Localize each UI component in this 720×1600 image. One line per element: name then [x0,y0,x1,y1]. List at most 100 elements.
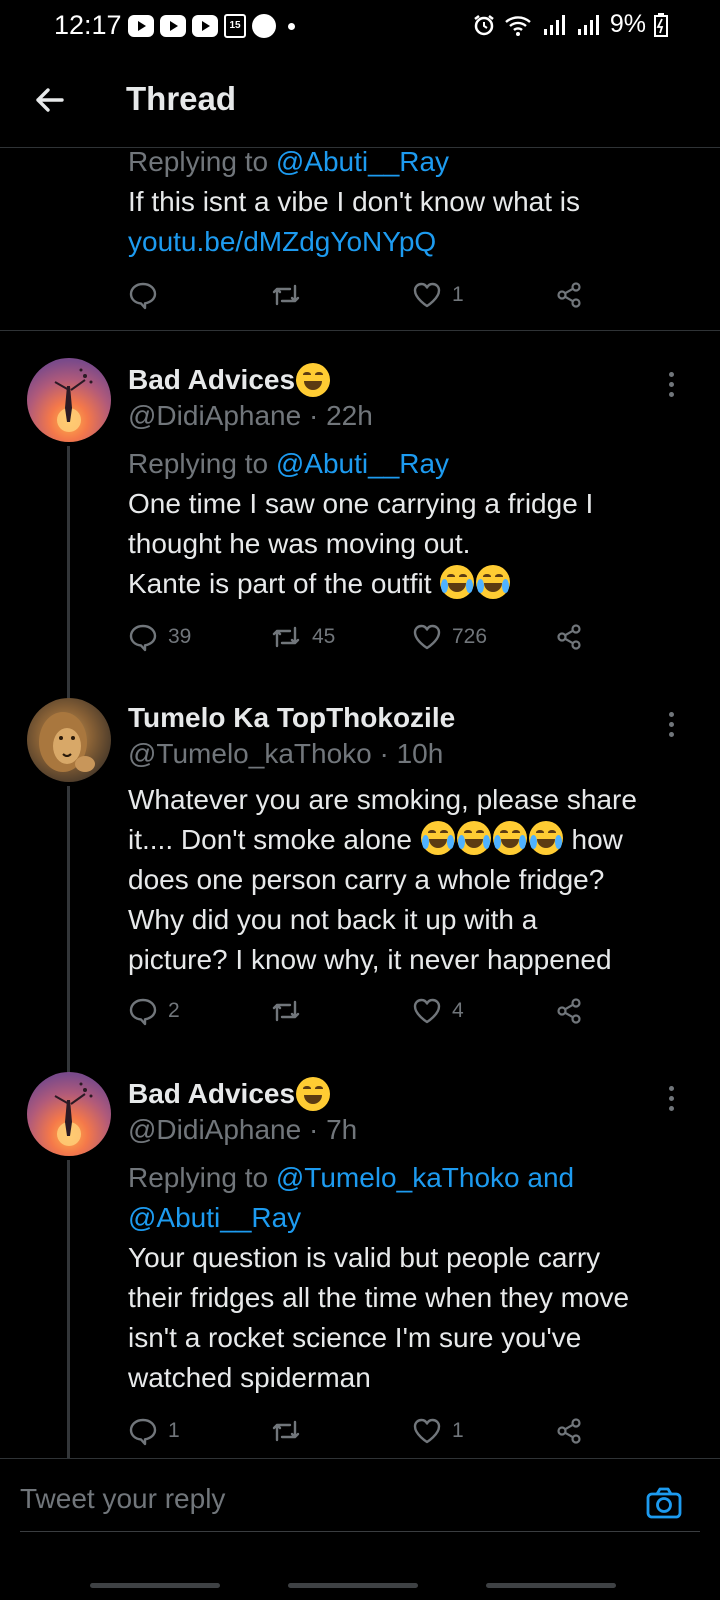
reply-icon [129,282,157,310]
display-name[interactable]: Bad Advices [128,362,295,398]
tweet-header: Tumelo Ka TopThokozile @Tumelo_kaThoko ·… [128,700,456,769]
recents-nav-icon[interactable] [90,1583,220,1588]
share-icon [557,282,581,308]
back-button[interactable] [30,80,70,120]
tweet-text-line: Whatever you are smoking, please share [128,784,637,815]
tweet-content[interactable]: Whatever you are smoking, please share i… [128,780,698,980]
like-button[interactable]: 726 [412,622,487,652]
status-time: 12:17 [54,10,122,40]
tweet-time: 7h [326,1114,358,1145]
tweet-content[interactable]: Replying to @Tumelo_kaThoko and @Abuti__… [128,1158,698,1398]
display-name[interactable]: Tumelo Ka TopThokozile [128,700,455,736]
youtube-icon [192,15,218,37]
tweet-text-line: thought he was moving out. [128,528,471,559]
tears-of-joy-emoji-icon [420,821,455,855]
share-button[interactable] [554,996,584,1026]
tweet-header: Bad Advices @DidiAphane · 22h [128,362,373,431]
like-button[interactable]: 1 [412,1416,464,1446]
reply-icon [129,1418,157,1446]
reply-button[interactable]: 1 [128,1416,180,1446]
avatar[interactable] [27,698,111,782]
like-button[interactable]: 1 [412,280,464,310]
battery-percent: 9% [609,10,646,38]
retweet-button[interactable]: 45 [270,622,335,652]
notification-icons: 15 [128,14,295,38]
grinning-emoji-icon [296,363,331,397]
share-icon [557,998,581,1024]
system-icons: 9% [472,10,668,39]
tweet-content[interactable]: Replying to @Abuti__Ray If this isnt a v… [128,142,698,262]
tears-of-joy-emoji-icon [492,821,527,855]
tweet-text: If this isnt a vibe I don't know what is [128,186,581,217]
tweet-link[interactable]: youtu.be/dMZdgYoNYpQ [128,222,698,262]
share-button[interactable] [554,280,584,310]
camera-icon [646,1487,682,1519]
tweet-header: Bad Advices @DidiAphane · 7h [128,1076,358,1145]
back-nav-icon[interactable] [486,1583,616,1588]
retweet-button[interactable] [270,1416,312,1446]
more-icon [666,372,676,397]
retweet-icon [272,1000,300,1022]
tears-of-joy-emoji-icon [456,821,491,855]
replying-to-line: Replying to @Abuti__Ray [128,448,450,479]
reply-icon [129,624,157,652]
messenger-icon [252,14,276,38]
replying-to-line: Replying to @Abuti__Ray [128,146,450,177]
alarm-icon [474,14,494,35]
tweet-text-line: does one person carry a whole fridge? [128,864,605,895]
reply-input[interactable]: Tweet your reply [20,1483,225,1515]
user-handle[interactable]: @Tumelo_kaThoko [128,738,372,769]
user-handle[interactable]: @DidiAphane [128,1114,301,1145]
tweet-text-line: Kante is part of the outfit [128,564,698,604]
like-button[interactable]: 4 [412,996,464,1026]
mention-link[interactable]: @Abuti__Ray [276,146,449,177]
signal-icon [577,14,599,35]
tweet-text-line: isn't a rocket science I'm sure you've [128,1322,582,1353]
avatar[interactable] [27,358,111,442]
retweet-icon [272,284,300,306]
status-bar: 12:17 15 9% [0,0,720,56]
battery-charging-icon [654,12,668,37]
tweet-text-line: watched spiderman [128,1362,371,1393]
user-handle[interactable]: @DidiAphane [128,400,301,431]
like-icon [413,624,441,650]
reply-button[interactable]: 2 [128,996,180,1026]
tweet-content[interactable]: Replying to @Abuti__Ray One time I saw o… [128,444,698,604]
more-options-button[interactable] [666,1086,676,1116]
reply-button[interactable]: 39 [128,622,191,652]
mention-link[interactable]: @Abuti__Ray [128,1202,301,1233]
mention-link[interactable]: @Abuti__Ray [276,448,449,479]
reply-underline [20,1531,700,1532]
tweet-actions: 2 4 [128,996,598,1036]
tweet-actions: 39 45 726 [128,622,598,662]
grinning-emoji-icon [296,1077,331,1111]
tweet-actions: 1 1 [128,1416,598,1456]
avatar[interactable] [27,1072,111,1156]
mention-link[interactable]: @Tumelo_kaThoko and [276,1162,574,1193]
tweet-text-line: it.... Don't smoke alone how [128,820,698,860]
retweet-button[interactable] [270,280,312,310]
like-icon [413,282,441,308]
camera-button[interactable] [644,1483,684,1523]
more-options-button[interactable] [666,372,676,402]
retweet-button[interactable] [270,996,312,1026]
reply-button[interactable] [128,280,168,310]
more-icon [666,712,676,737]
back-arrow-icon [36,88,64,112]
retweet-icon [272,1420,300,1442]
tweet-text-line: their fridges all the time when they mov… [128,1282,630,1313]
calendar-icon: 15 [224,14,246,38]
crying-face-emoji-icon [440,565,475,599]
home-nav-icon[interactable] [288,1583,418,1588]
replying-to-line: @Abuti__Ray [128,1198,698,1238]
more-options-button[interactable] [666,712,676,742]
divider [0,330,720,331]
reply-icon [129,998,157,1026]
share-button[interactable] [554,1416,584,1446]
wifi-icon [505,15,531,36]
display-name[interactable]: Bad Advices [128,1076,295,1112]
share-button[interactable] [554,622,584,652]
more-icon [666,1086,676,1111]
tweet-time: 10h [396,738,444,769]
tweet-actions: 1 [128,280,598,320]
